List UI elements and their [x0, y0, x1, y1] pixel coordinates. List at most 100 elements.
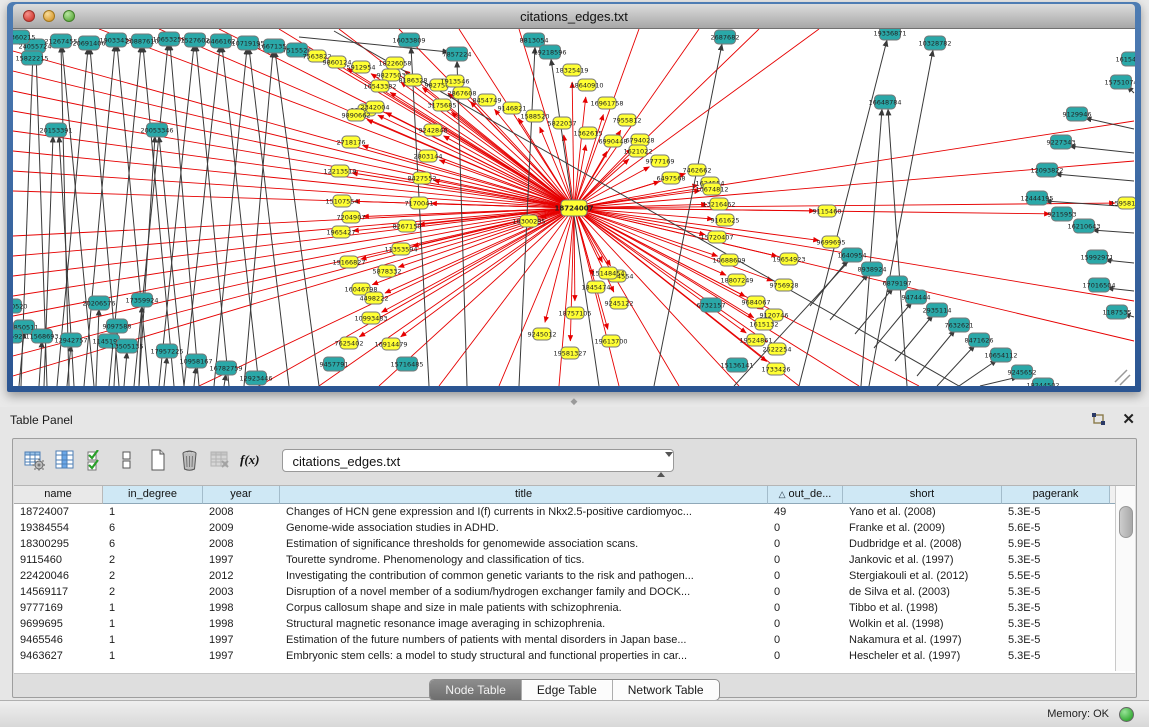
- column-header-pagerank[interactable]: pagerank: [1002, 486, 1110, 504]
- graph-node[interactable]: 19166827: [332, 256, 365, 268]
- graph-node[interactable]: 9457791: [320, 357, 349, 371]
- graph-node[interactable]: 8267150: [393, 220, 422, 232]
- graph-node[interactable]: 18325419: [555, 64, 588, 76]
- table-cell[interactable]: 0: [768, 600, 843, 616]
- table-cell[interactable]: 2: [103, 584, 203, 600]
- graph-node[interactable]: 16154492: [1115, 52, 1135, 66]
- graph-edge-black[interactable]: [159, 45, 194, 386]
- table-cell[interactable]: 6: [103, 536, 203, 552]
- table-cell[interactable]: 5.3E-5: [1002, 552, 1110, 568]
- table-cell[interactable]: 0: [768, 616, 843, 632]
- column-header-year[interactable]: year: [203, 486, 280, 504]
- graph-node[interactable]: 2718176: [337, 136, 366, 148]
- table-cell[interactable]: 1997: [203, 648, 280, 664]
- graph-node[interactable]: 16782759: [209, 361, 242, 375]
- graph-node[interactable]: 18807249: [720, 274, 753, 286]
- graph-edge-red[interactable]: [13, 208, 574, 356]
- row-height-icon[interactable]: [116, 449, 138, 471]
- graph-node[interactable]: 20160520: [13, 299, 28, 313]
- table-cell[interactable]: 14569117: [14, 584, 103, 600]
- column-header-in_degree[interactable]: in_degree: [103, 486, 203, 504]
- graph-node[interactable]: 19613700: [594, 335, 627, 347]
- table-cell[interactable]: Estimation of significance thresholds fo…: [280, 536, 768, 552]
- graph-node[interactable]: 15958103: [1110, 197, 1135, 209]
- table-cell[interactable]: 1997: [203, 632, 280, 648]
- graph-node[interactable]: 7170041: [405, 197, 434, 209]
- table-row[interactable]: 969969511998Structural magnetic resonanc…: [14, 616, 1135, 632]
- table-cell[interactable]: 1: [103, 600, 203, 616]
- table-cell[interactable]: 5.9E-5: [1002, 536, 1110, 552]
- graph-node[interactable]: 10654112: [984, 348, 1017, 362]
- table-cell[interactable]: 9699695: [14, 616, 103, 632]
- table-cell[interactable]: 5.3E-5: [1002, 600, 1110, 616]
- table-row[interactable]: 946362711997Embryonic stem cells: a mode…: [14, 648, 1135, 664]
- graph-node[interactable]: 9684067: [742, 296, 771, 308]
- graph-node[interactable]: 17016504: [1082, 278, 1115, 292]
- graph-edge-black[interactable]: [244, 51, 273, 386]
- table-cell[interactable]: 0: [768, 536, 843, 552]
- tab-node-table[interactable]: Node Table: [430, 680, 522, 700]
- graph-node[interactable]: 11353594: [384, 243, 417, 255]
- graph-node[interactable]: 1640954: [838, 248, 867, 262]
- graph-node[interactable]: 9756928: [770, 279, 799, 291]
- graph-node[interactable]: 15107554: [325, 195, 358, 207]
- table-vertical-scrollbar[interactable]: [1115, 486, 1135, 671]
- table-row[interactable]: 946554611997Estimation of the future num…: [14, 632, 1135, 648]
- table-row[interactable]: 977716911998Corpus callosum shape and si…: [14, 600, 1135, 616]
- table-cell[interactable]: de Silva et al. (2003): [843, 584, 1002, 600]
- column-header-title[interactable]: title: [280, 486, 768, 504]
- graph-node[interactable]: 12942757: [54, 333, 87, 347]
- graph-node[interactable]: 2342004: [361, 101, 390, 113]
- table-cell[interactable]: 1: [103, 616, 203, 632]
- graph-node[interactable]: 16961758: [590, 97, 623, 109]
- graph-edge-black[interactable]: [170, 44, 199, 386]
- table-cell[interactable]: 0: [768, 632, 843, 648]
- graph-node[interactable]: 17359924: [125, 293, 158, 307]
- column-header-name[interactable]: name: [14, 486, 103, 504]
- graph-node[interactable]: 5822037: [548, 117, 577, 129]
- graph-edge-black[interactable]: [830, 274, 868, 320]
- graph-node[interactable]: 4498222: [360, 292, 389, 304]
- table-cell[interactable]: 1: [103, 504, 203, 520]
- graph-node[interactable]: 10674812: [695, 183, 728, 195]
- graph-edge-black[interactable]: [184, 46, 220, 386]
- table-cell[interactable]: 2003: [203, 584, 280, 600]
- float-panel-icon[interactable]: [1091, 413, 1107, 427]
- table-cell[interactable]: Yano et al. (2008): [843, 504, 1002, 520]
- table-cell[interactable]: 5.3E-5: [1002, 632, 1110, 648]
- graph-node[interactable]: 15148454: [591, 267, 624, 279]
- table-cell[interactable]: 0: [768, 552, 843, 568]
- graph-node[interactable]: 7204907: [337, 211, 366, 223]
- graph-edge-red[interactable]: [572, 82, 574, 208]
- graph-edge-black[interactable]: [124, 352, 127, 386]
- graph-node[interactable]: 6794028: [626, 134, 655, 146]
- graph-node[interactable]: 12444195: [1020, 191, 1053, 205]
- graph-edge-red[interactable]: [439, 208, 574, 386]
- table-cell[interactable]: Structural magnetic resonance image aver…: [280, 616, 768, 632]
- graph-node[interactable]: 7462662: [683, 164, 712, 176]
- zoom-window-button[interactable]: [63, 10, 75, 22]
- table-cell[interactable]: 5.5E-5: [1002, 568, 1110, 584]
- graph-edge-black[interactable]: [937, 345, 975, 386]
- table-cell[interactable]: 2: [103, 568, 203, 584]
- table-cell[interactable]: Tibbo et al. (1998): [843, 600, 1002, 616]
- graph-node[interactable]: 12213519: [323, 165, 356, 177]
- table-settings-icon[interactable]: [23, 449, 45, 471]
- table-cell[interactable]: 5.3E-5: [1002, 584, 1110, 600]
- table-cell[interactable]: Changes of HCN gene expression and I(f) …: [280, 504, 768, 520]
- select-visible-columns-icon[interactable]: [85, 449, 107, 471]
- graph-edge-black[interactable]: [164, 357, 167, 386]
- graph-edge-black[interactable]: [888, 109, 907, 386]
- memory-ok-indicator[interactable]: [1119, 707, 1134, 722]
- graph-node[interactable]: 18226058: [378, 57, 411, 69]
- table-cell[interactable]: Wolkin et al. (1998): [843, 616, 1002, 632]
- graph-edge-black[interactable]: [117, 45, 149, 386]
- table-cell[interactable]: 18724007: [14, 504, 103, 520]
- graph-edge-black[interactable]: [1055, 174, 1134, 181]
- graph-node[interactable]: 1965427: [327, 226, 356, 238]
- table-cell[interactable]: 22420046: [14, 568, 103, 584]
- graph-node[interactable]: 7625402: [335, 337, 364, 349]
- graph-node[interactable]: 10993483: [354, 312, 387, 324]
- graph-node[interactable]: 9242848: [419, 124, 448, 136]
- graph-node[interactable]: 10958167: [179, 354, 212, 368]
